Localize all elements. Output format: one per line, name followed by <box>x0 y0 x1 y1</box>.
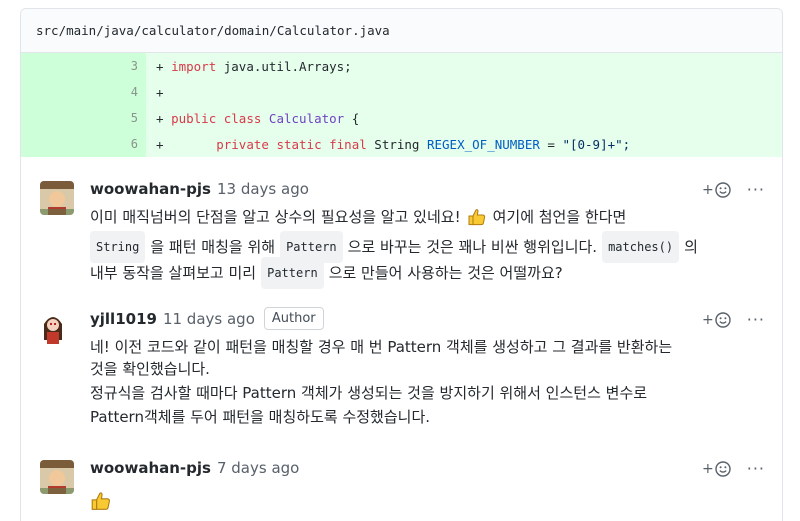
kebab-icon[interactable]: ··· <box>747 310 765 329</box>
comment-body-line: 정규식을 검사할 때마다 Pattern 객체가 생성되는 것을 방지하기 위해… <box>90 384 648 402</box>
smiley-icon <box>715 460 731 477</box>
code-line: 6 + private static final String REGEX_OF… <box>21 131 782 157</box>
line-number[interactable]: 6 <box>21 131 146 157</box>
comment-actions: + ··· <box>702 180 765 199</box>
thumbs-up-icon <box>90 490 112 512</box>
add-reaction-button[interactable]: + <box>702 461 731 477</box>
add-reaction-button[interactable]: + <box>702 182 731 198</box>
avatar[interactable] <box>40 460 74 494</box>
file-path[interactable]: src/main/java/calculator/domain/Calculat… <box>36 23 390 38</box>
comment-body-line: 내부 동작을 살펴보고 미리 Pattern 으로 만들어 사용하는 것은 어떨… <box>90 257 563 289</box>
comment-time[interactable]: 13 days ago <box>217 180 309 198</box>
line-number[interactable]: 3 <box>21 53 146 79</box>
code-text: + <box>156 84 164 100</box>
comment-header: woowahan-pjs 7 days ago <box>90 459 299 477</box>
author-badge: Author <box>263 307 324 330</box>
avatar[interactable] <box>40 181 74 215</box>
comment-body-line: 이미 매직넘버의 단점을 알고 상수의 필요성을 알고 있네요! 여기에 첨언을… <box>90 207 627 227</box>
code-diff: 3 + import java.util.Arrays; 4 + 5 + pub… <box>21 53 782 157</box>
inline-code: Pattern <box>261 257 324 289</box>
comment-header: woowahan-pjs 13 days ago <box>90 180 309 198</box>
smiley-icon <box>715 181 731 198</box>
line-number[interactable]: 5 <box>21 105 146 131</box>
add-reaction-button[interactable]: + <box>702 312 731 328</box>
author-name[interactable]: woowahan-pjs <box>90 459 211 477</box>
code-line: 3 + import java.util.Arrays; <box>21 53 782 79</box>
kebab-icon[interactable]: ··· <box>747 459 765 478</box>
code-line: 4 + <box>21 79 782 105</box>
comment-body-line: 것을 확인했습니다. <box>90 360 210 378</box>
thumbs-up-icon <box>467 207 487 227</box>
comment-time[interactable]: 7 days ago <box>217 459 299 477</box>
avatar[interactable] <box>40 310 66 346</box>
kebab-icon[interactable]: ··· <box>747 180 765 199</box>
file-path-header: src/main/java/calculator/domain/Calculat… <box>21 9 782 53</box>
code-text: + import java.util.Arrays; <box>156 58 352 74</box>
comment-time[interactable]: 11 days ago <box>163 310 255 328</box>
comment-actions: + ··· <box>702 459 765 478</box>
code-text: + private static final String REGEX_OF_N… <box>156 136 631 152</box>
comment-header: yjll1019 11 days ago Author <box>90 307 324 330</box>
comment-body-line: Pattern객체를 두어 패턴을 매칭하도록 수정했습니다. <box>90 408 431 426</box>
inline-code: matches() <box>602 231 680 263</box>
code-line: 5 + public class Calculator { <box>21 105 782 131</box>
author-name[interactable]: woowahan-pjs <box>90 180 211 198</box>
comment-actions: + ··· <box>702 310 765 329</box>
smiley-icon <box>715 311 731 328</box>
code-text: + public class Calculator { <box>156 110 360 126</box>
comment-body-line <box>84 490 118 512</box>
line-number[interactable]: 4 <box>21 79 146 105</box>
author-name[interactable]: yjll1019 <box>90 310 157 328</box>
